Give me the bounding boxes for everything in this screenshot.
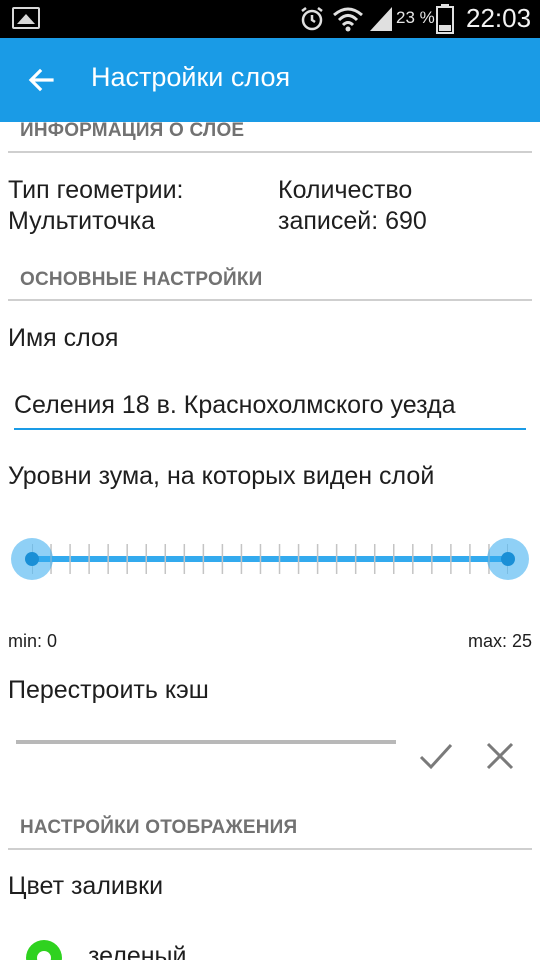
page-title: Настройки слоя bbox=[91, 62, 291, 92]
app-bar: Настройки слоя bbox=[0, 38, 540, 122]
fill-color-swatch[interactable] bbox=[26, 940, 62, 960]
gallery-icon bbox=[12, 7, 40, 29]
zoom-min-label: min: 0 bbox=[8, 631, 58, 651]
section-header-basic-settings: ОСНОВНЫЕ НАСТРОЙКИ bbox=[20, 269, 263, 290]
divider bbox=[8, 151, 532, 153]
fill-color-value[interactable]: зеленый bbox=[88, 941, 187, 960]
layer-name-input[interactable] bbox=[14, 386, 526, 430]
fill-color-label: Цвет заливки bbox=[8, 872, 164, 900]
divider bbox=[8, 848, 532, 850]
status-bar: 23 % 22:03 bbox=[0, 0, 540, 38]
wifi-icon bbox=[333, 7, 363, 32]
arrow-back-icon[interactable] bbox=[22, 60, 62, 100]
battery-percent: 23 % bbox=[396, 8, 435, 27]
close-icon[interactable] bbox=[480, 736, 520, 776]
geometry-type-value: Мультиточка bbox=[8, 207, 156, 235]
alarm-icon bbox=[301, 7, 323, 31]
battery-icon bbox=[436, 4, 454, 34]
slider-ticks bbox=[32, 544, 508, 574]
records-count-label: Количество bbox=[278, 176, 413, 204]
divider bbox=[8, 299, 532, 301]
zoom-levels-label: Уровни зума, на которых виден слой bbox=[8, 462, 435, 490]
section-header-display-settings: НАСТРОЙКИ ОТОБРАЖЕНИЯ bbox=[20, 817, 298, 838]
check-icon[interactable] bbox=[416, 736, 456, 776]
signal-icon bbox=[370, 7, 392, 31]
records-count-value: записей: 690 bbox=[278, 207, 427, 235]
rebuild-cache-label: Перестроить кэш bbox=[8, 676, 209, 704]
layer-name-label: Имя слоя bbox=[8, 324, 119, 352]
slider-thumb-max[interactable] bbox=[487, 538, 529, 580]
zoom-max-label: max: 25 bbox=[467, 631, 532, 651]
section-header-layer-info: ИНФОРМАЦИЯ О СЛОЕ bbox=[20, 120, 245, 141]
slider-thumb-min[interactable] bbox=[11, 538, 53, 580]
geometry-type-label: Тип геометрии: bbox=[8, 176, 184, 204]
cache-progress-bar bbox=[16, 740, 396, 744]
clock: 22:03 bbox=[466, 3, 532, 33]
zoom-range-slider[interactable] bbox=[10, 534, 530, 584]
